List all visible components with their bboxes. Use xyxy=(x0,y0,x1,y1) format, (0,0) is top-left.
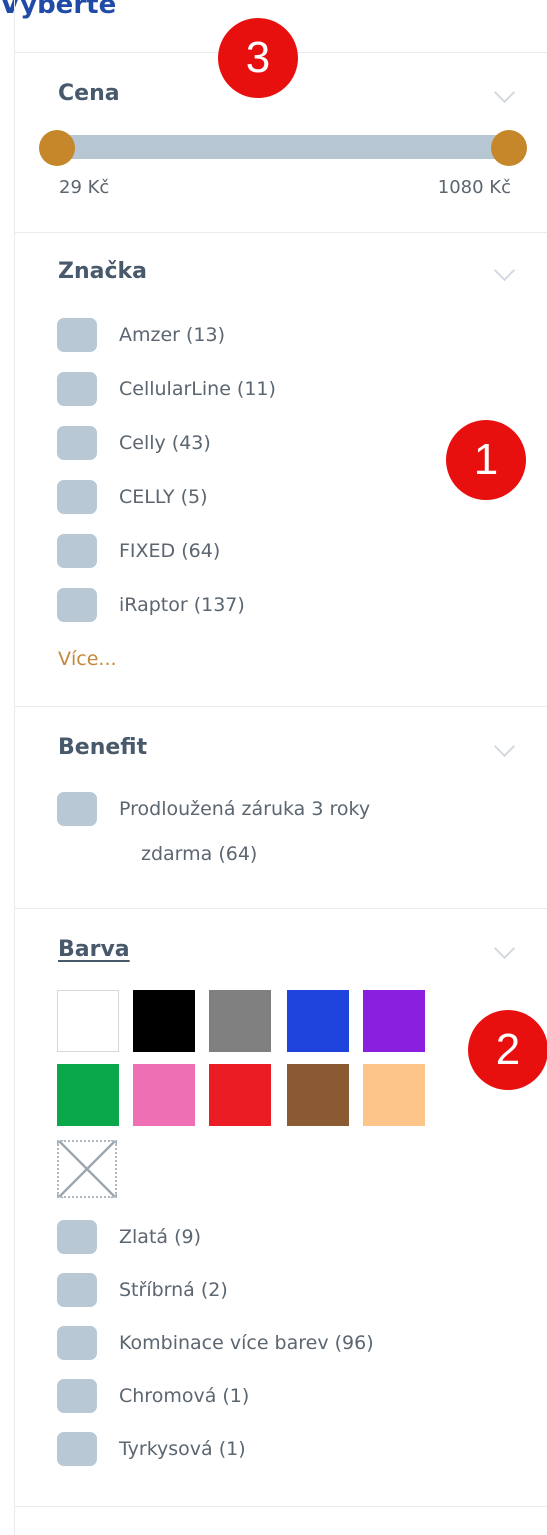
brand-option[interactable]: Celly (43) xyxy=(57,426,211,460)
annotation-badge-1: 1 xyxy=(446,420,526,500)
color-swatch-black[interactable] xyxy=(133,990,195,1052)
filter-sidebar: Cena 29 Kč 1080 Kč Značka Amzer (13) Cel… xyxy=(14,0,547,1535)
filter-title-benefit[interactable]: Benefit xyxy=(58,735,147,760)
chevron-down-icon[interactable] xyxy=(493,937,516,960)
benefit-option[interactable]: Prodloužená záruka 3 roky xyxy=(57,792,370,826)
checkbox[interactable] xyxy=(57,792,97,826)
brand-option-label: CELLY (5) xyxy=(119,486,208,508)
annotation-badge-2: 2 xyxy=(468,1010,547,1090)
brand-option[interactable]: iRaptor (137) xyxy=(57,588,245,622)
benefit-option-label-line2: zdarma (64) xyxy=(141,843,258,865)
color-option-label: Stříbrná (2) xyxy=(119,1279,228,1301)
checkbox[interactable] xyxy=(57,480,97,514)
color-swatch-gray[interactable] xyxy=(209,990,271,1052)
checkbox[interactable] xyxy=(57,318,97,352)
color-swatch-purple[interactable] xyxy=(363,990,425,1052)
brand-option[interactable]: Amzer (13) xyxy=(57,318,225,352)
checkbox[interactable] xyxy=(57,1326,97,1360)
brand-more-link[interactable]: Více... xyxy=(58,648,117,670)
brand-option[interactable]: CellularLine (11) xyxy=(57,372,276,406)
color-option[interactable]: Chromová (1) xyxy=(57,1379,249,1413)
color-option[interactable]: Kombinace více barev (96) xyxy=(57,1326,374,1360)
price-min-label: 29 Kč xyxy=(59,177,110,198)
price-slider-min-handle[interactable] xyxy=(39,130,75,166)
brand-option-label: iRaptor (137) xyxy=(119,594,245,616)
filter-title-brand[interactable]: Značka xyxy=(58,259,147,284)
checkbox[interactable] xyxy=(57,372,97,406)
color-option[interactable]: Stříbrná (2) xyxy=(57,1273,228,1307)
color-swatch-red[interactable] xyxy=(209,1064,271,1126)
chevron-down-icon[interactable] xyxy=(493,735,516,758)
brand-option-label: Amzer (13) xyxy=(119,324,226,346)
filter-title-price[interactable]: Cena xyxy=(58,81,120,106)
color-option[interactable]: Tyrkysová (1) xyxy=(57,1432,246,1466)
color-option-label: Kombinace více barev (96) xyxy=(119,1332,374,1354)
brand-option-label: Celly (43) xyxy=(119,432,211,454)
benefit-option-label: Prodloužená záruka 3 roky xyxy=(119,798,371,820)
color-option-label: Chromová (1) xyxy=(119,1385,250,1407)
brand-option[interactable]: FIXED (64) xyxy=(57,534,220,568)
checkbox[interactable] xyxy=(57,1273,97,1307)
chevron-down-icon[interactable] xyxy=(493,81,516,104)
checkbox[interactable] xyxy=(57,1220,97,1254)
color-swatch-peach[interactable] xyxy=(363,1064,425,1126)
price-slider-track[interactable] xyxy=(45,135,510,159)
checkbox[interactable] xyxy=(57,1432,97,1466)
filter-title-color[interactable]: Barva xyxy=(58,937,130,962)
price-max-label: 1080 Kč xyxy=(437,177,511,198)
checkbox[interactable] xyxy=(57,1379,97,1413)
none-pattern-icon[interactable] xyxy=(57,1140,117,1198)
checkbox[interactable] xyxy=(57,426,97,460)
price-slider-max-handle[interactable] xyxy=(491,130,527,166)
color-option[interactable]: Zlatá (9) xyxy=(57,1220,201,1254)
brand-option[interactable]: CELLY (5) xyxy=(57,480,207,514)
checkbox[interactable] xyxy=(57,534,97,568)
color-swatch-white[interactable] xyxy=(57,990,119,1052)
brand-option-label: FIXED (64) xyxy=(119,540,221,562)
color-swatch-blue[interactable] xyxy=(287,990,349,1052)
chevron-down-icon[interactable] xyxy=(493,259,516,282)
brand-option-label: CellularLine (11) xyxy=(119,378,276,400)
color-option-label: Tyrkysová (1) xyxy=(119,1438,246,1460)
filter-section-next xyxy=(15,1506,547,1535)
color-swatch-brown[interactable] xyxy=(287,1064,349,1126)
checkbox[interactable] xyxy=(57,588,97,622)
color-option-label: Zlatá (9) xyxy=(119,1226,201,1248)
color-swatch-green[interactable] xyxy=(57,1064,119,1126)
color-swatch-pink[interactable] xyxy=(133,1064,195,1126)
annotation-badge-3: 3 xyxy=(218,18,298,98)
